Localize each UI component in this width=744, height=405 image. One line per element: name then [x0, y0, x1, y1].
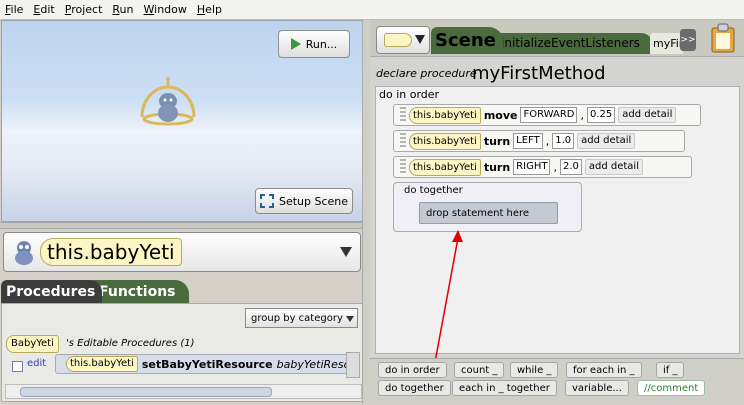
procedure-target: this.babyYeti [66, 356, 138, 372]
play-icon [290, 38, 301, 50]
clipboard-icon[interactable] [710, 23, 736, 53]
statement-move[interactable]: this.babyYeti move FORWARD , 0.25 add de… [393, 104, 701, 126]
scrollbar-thumb[interactable] [20, 387, 272, 397]
tool-do-together[interactable]: do together [378, 380, 451, 396]
do-in-order-label: do in order [379, 88, 440, 101]
class-pill[interactable]: BabyYeti [6, 335, 59, 353]
statement-verb: move [483, 108, 518, 122]
statement-target[interactable]: this.babyYeti [409, 132, 481, 150]
type-chooser-button[interactable] [376, 26, 430, 54]
statement-target[interactable]: this.babyYeti [409, 158, 481, 176]
tab-procedures[interactable]: Procedures [1, 280, 102, 304]
edit-checkbox[interactable] [12, 361, 23, 372]
type-shape-icon [384, 33, 412, 47]
comma: , [580, 108, 584, 122]
menu-run[interactable]: Run [107, 0, 138, 19]
horizontal-splitter[interactable] [0, 222, 362, 229]
direction-arg[interactable]: FORWARD [520, 107, 578, 123]
menu-file[interactable]: File [0, 0, 28, 19]
tool-if[interactable]: if _ [656, 362, 685, 378]
statement-verb: turn [483, 134, 511, 148]
vertical-scrollbar[interactable] [346, 352, 360, 378]
procedure-param: babyYetiResource [276, 357, 350, 371]
menu-project[interactable]: Project [60, 0, 108, 19]
procedure-name: setBabyYetiResource [141, 357, 273, 371]
add-detail-button[interactable]: add detail [584, 159, 643, 175]
add-detail-button[interactable]: add detail [577, 133, 636, 149]
group-by-value: group by category [251, 313, 343, 324]
tool-count[interactable]: count _ [454, 362, 505, 378]
setup-scene-icon [259, 194, 274, 208]
tool-comment[interactable]: //comment [637, 380, 706, 396]
setup-scene-label: Setup Scene [278, 194, 349, 208]
setup-scene-button[interactable]: Setup Scene [255, 188, 353, 214]
amount-arg[interactable]: 0.25 [586, 107, 616, 123]
menu-edit[interactable]: Edit [28, 0, 59, 19]
statement-verb: turn [483, 160, 511, 174]
baby-yeti-model [140, 77, 196, 126]
run-label: Run... [305, 37, 338, 51]
menu-help[interactable]: Help [192, 0, 227, 19]
drag-handle-icon[interactable] [400, 133, 406, 149]
statement-turn-left[interactable]: this.babyYeti turn LEFT , 1.0 add detail [393, 130, 685, 152]
tool-while[interactable]: while _ [510, 362, 559, 378]
tab-my-first-method[interactable]: myFirstMethod [650, 33, 683, 54]
add-detail-button[interactable]: add detail [618, 107, 677, 123]
tool-each-in-together[interactable]: each in _ together [452, 380, 557, 396]
direction-arg[interactable]: RIGHT [513, 159, 551, 175]
group-by-select[interactable]: group by category [245, 308, 358, 328]
tab-overflow-button[interactable]: >> [680, 29, 696, 51]
menu-window[interactable]: Window [139, 0, 192, 19]
procedure-tile[interactable]: this.babyYeti setBabyYetiResource babyYe… [55, 354, 350, 374]
baby-yeti-avatar-icon [15, 241, 33, 265]
amount-arg[interactable]: 2.0 [559, 159, 582, 175]
comma: , [545, 134, 550, 148]
drag-handle-icon[interactable] [400, 159, 406, 175]
tool-do-in-order[interactable]: do in order [378, 362, 447, 378]
drop-statement-placeholder[interactable]: drop statement here [419, 202, 558, 224]
instance-selector[interactable]: this.babyYeti [3, 232, 361, 272]
tab-initialize-event-listeners[interactable]: initializeEventListeners [497, 33, 653, 54]
do-together-label: do together [404, 185, 463, 196]
method-name[interactable]: myFirstMethod [472, 63, 606, 84]
menu-bar: File Edit Project Run Window Help [0, 0, 744, 20]
edit-link[interactable]: edit [27, 358, 46, 369]
amount-arg[interactable]: 1.0 [552, 133, 575, 149]
direction-arg[interactable]: LEFT [513, 133, 543, 149]
tool-for-each-in[interactable]: for each in _ [566, 362, 642, 378]
comma: , [553, 160, 557, 174]
tab-scene[interactable]: Scene [431, 27, 503, 54]
chevron-down-icon [346, 316, 354, 322]
tab-functions[interactable]: Functions [92, 280, 189, 304]
statement-target[interactable]: this.babyYeti [409, 106, 481, 124]
tool-variable[interactable]: variable... [565, 380, 629, 396]
chevron-down-icon [415, 35, 425, 44]
chevron-down-icon[interactable] [340, 247, 352, 257]
statement-turn-right[interactable]: this.babyYeti turn RIGHT , 2.0 add detai… [393, 156, 692, 178]
declare-procedure-label: declare procedure [376, 67, 477, 80]
selected-instance-label: this.babyYeti [40, 238, 182, 266]
run-button[interactable]: Run... [278, 30, 350, 58]
editable-procedures-label: 's Editable Procedures (1) [66, 338, 195, 349]
drag-handle-icon[interactable] [400, 107, 406, 123]
